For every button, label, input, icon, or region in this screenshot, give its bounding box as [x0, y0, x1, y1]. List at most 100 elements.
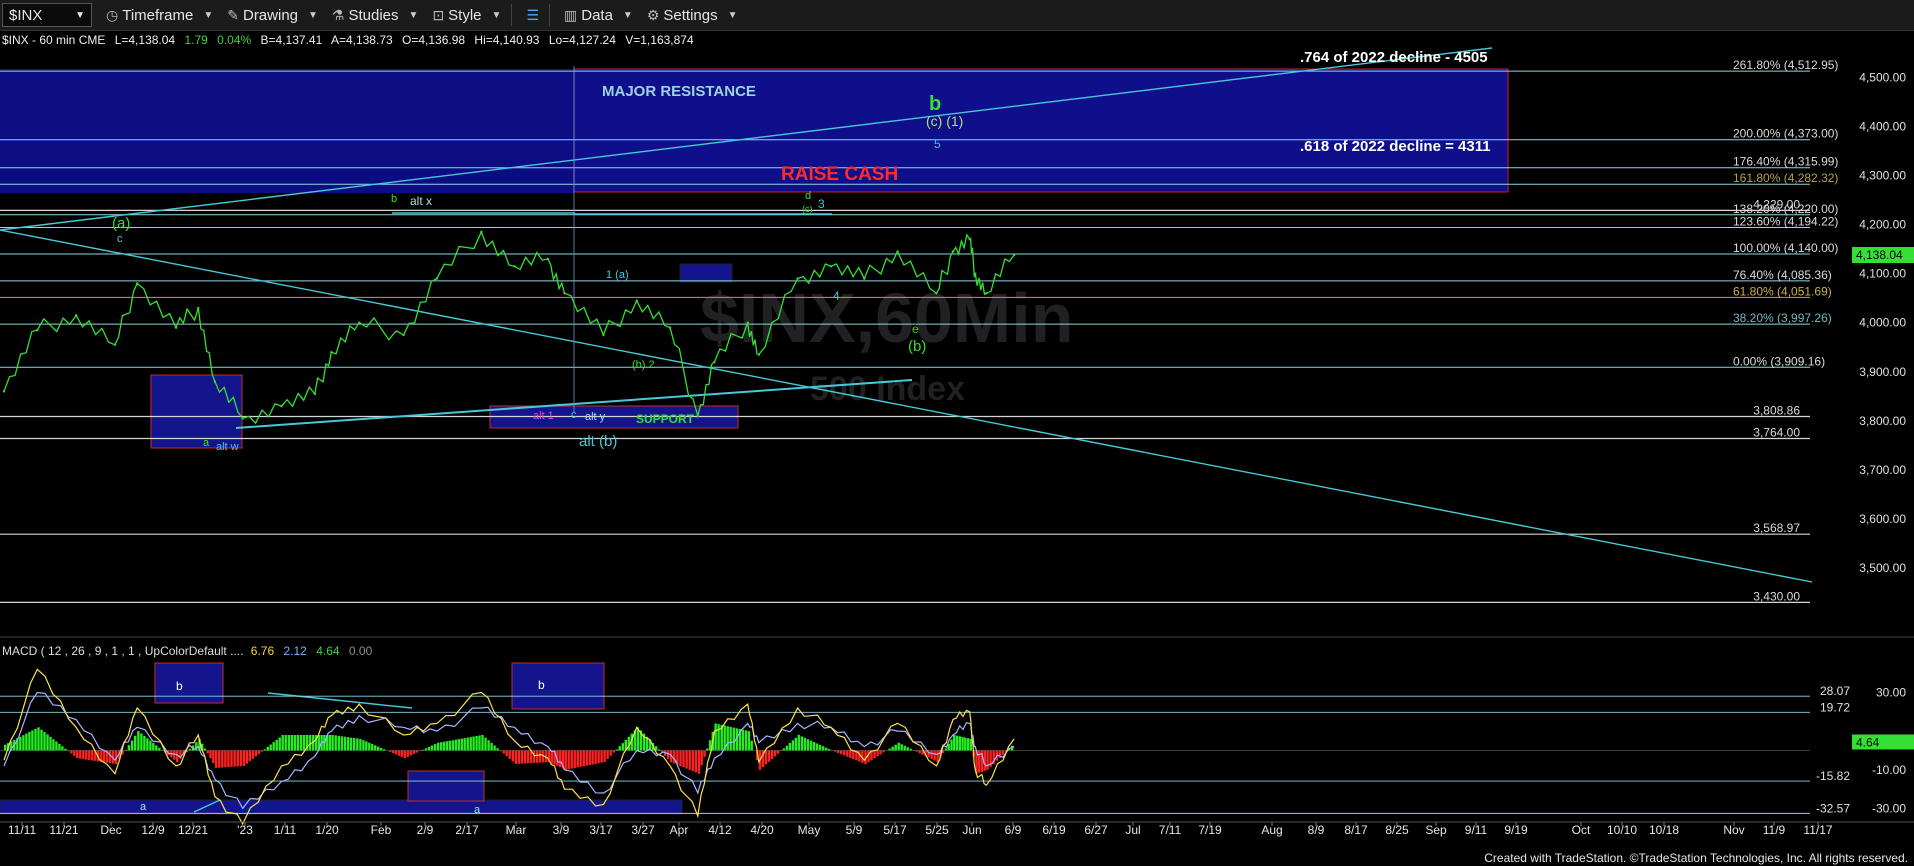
macd-value-3: 4.64 — [316, 644, 340, 658]
histogram-bar — [85, 750, 88, 760]
histogram-bar — [195, 742, 198, 751]
alt-b-paren-label: alt (b) — [579, 433, 617, 450]
histogram-bar — [532, 750, 536, 763]
price-chart[interactable]: $INX,60Min 500 Index 261.80% (4,512.95)2… — [0, 0, 1914, 866]
histogram-bar — [834, 750, 837, 752]
y-tick-label: 3,700.00 — [1859, 463, 1906, 477]
histogram-bar — [559, 750, 562, 768]
time-axis: 11/11 11/21 Dec 12/9 12/21 '23 1/11 1/20 Feb 2/9 2… — [8, 822, 1833, 837]
last-price-badge: 4,138.04 — [1852, 247, 1914, 264]
price-point — [280, 404, 283, 408]
histogram-bar — [365, 741, 368, 751]
macd-axis: 30.00 -10.00 -30.00 — [1872, 686, 1906, 816]
macd-b2-label: b — [538, 678, 545, 692]
histogram-bar — [296, 735, 299, 751]
x-tick-label: 11/11 — [8, 823, 37, 837]
histogram-bar — [400, 750, 403, 757]
histogram-bar — [251, 750, 254, 759]
macd-level-label: -15.82 — [1816, 769, 1850, 783]
histogram-bar — [502, 750, 505, 754]
histogram-bar — [25, 733, 28, 751]
macd-trend-1[interactable] — [267, 692, 413, 709]
histogram-bar — [806, 739, 810, 751]
histogram-bar — [764, 750, 768, 765]
histogram-bar — [52, 739, 55, 751]
x-tick-label: Dec — [100, 823, 121, 837]
histogram-bar — [331, 735, 334, 751]
x-tick-label: 9/19 — [1504, 823, 1528, 837]
histogram-bar — [218, 750, 221, 768]
wave-5-label: 5 — [934, 137, 941, 151]
histogram-bar — [40, 729, 43, 751]
y-tick-label: 4,500.00 — [1859, 70, 1906, 84]
histogram-bar — [212, 750, 215, 764]
level-label: 176.40% (4,315.99) — [1733, 155, 1838, 169]
alt-y-label: alt y — [585, 411, 606, 423]
histogram-bar — [591, 750, 594, 765]
x-tick-label: Mar — [506, 823, 527, 837]
histogram-bar — [484, 737, 487, 751]
x-tick-label: 11/17 — [1803, 823, 1832, 837]
histogram-bar — [433, 744, 437, 751]
histogram-bar — [22, 735, 25, 751]
histogram-bar — [487, 740, 490, 751]
histogram-bar — [517, 750, 520, 764]
x-tick-label: Sep — [1425, 823, 1447, 837]
histogram-bar — [564, 750, 567, 770]
histogram-bar — [897, 742, 900, 751]
x-tick-label: Feb — [371, 823, 392, 837]
price-point — [36, 328, 39, 332]
macd-a2-label: a — [474, 804, 481, 816]
x-tick-label: 6/19 — [1042, 823, 1066, 837]
histogram-bar — [236, 750, 239, 767]
histogram-bar — [349, 737, 353, 751]
histogram-bar — [173, 750, 176, 760]
histogram-bar — [403, 750, 406, 759]
price-point — [829, 265, 833, 268]
histogram-bar — [130, 740, 134, 751]
macd-zone-a1 — [0, 799, 683, 815]
histogram-bar — [714, 723, 717, 751]
histogram-bar — [242, 750, 246, 766]
histogram-bar — [744, 730, 748, 751]
x-tick-label: 5/9 — [846, 823, 863, 837]
macd-zone-b1 — [154, 662, 224, 704]
histogram-bar — [328, 735, 332, 751]
histogram-bar — [782, 748, 786, 751]
histogram-bar — [70, 750, 73, 754]
price-point — [985, 292, 988, 295]
histogram-bar — [290, 735, 293, 751]
histogram-bar — [230, 750, 233, 767]
x-tick-label: '23 — [237, 823, 253, 837]
price-point — [668, 326, 672, 329]
histogram-bar — [612, 750, 615, 753]
x-tick-label: May — [798, 823, 821, 837]
histogram-bar — [337, 735, 340, 751]
histogram-bar — [915, 750, 918, 752]
histogram-bar — [933, 750, 936, 761]
wave-e-label: e — [912, 322, 919, 336]
x-tick-label: 7/19 — [1198, 823, 1222, 837]
price-point — [402, 333, 405, 337]
x-tick-label: 3/17 — [589, 823, 613, 837]
histogram-bar — [891, 746, 894, 751]
histogram-bar — [79, 750, 82, 759]
histogram-bar — [67, 750, 70, 752]
histogram-bar — [28, 732, 31, 751]
histogram-bar — [394, 750, 398, 755]
x-tick-label: 4/12 — [708, 823, 732, 837]
histogram-bar — [233, 750, 236, 767]
histogram-bar — [478, 735, 481, 751]
histogram-bar — [64, 748, 67, 751]
alt-w-label: alt w — [216, 441, 239, 453]
histogram-bar — [679, 750, 682, 766]
histogram-bar — [31, 730, 34, 751]
major-resistance-label: MAJOR RESISTANCE — [602, 83, 756, 100]
x-tick-label: Nov — [1723, 823, 1744, 837]
histogram-bar — [214, 750, 218, 768]
histogram-bar — [773, 750, 777, 757]
histogram-bar — [1001, 750, 1005, 755]
level-label: 123.60% (4,194.22) — [1733, 214, 1838, 228]
level-label: 38.20% (3,997.26) — [1733, 311, 1832, 325]
histogram-bar — [436, 742, 440, 751]
